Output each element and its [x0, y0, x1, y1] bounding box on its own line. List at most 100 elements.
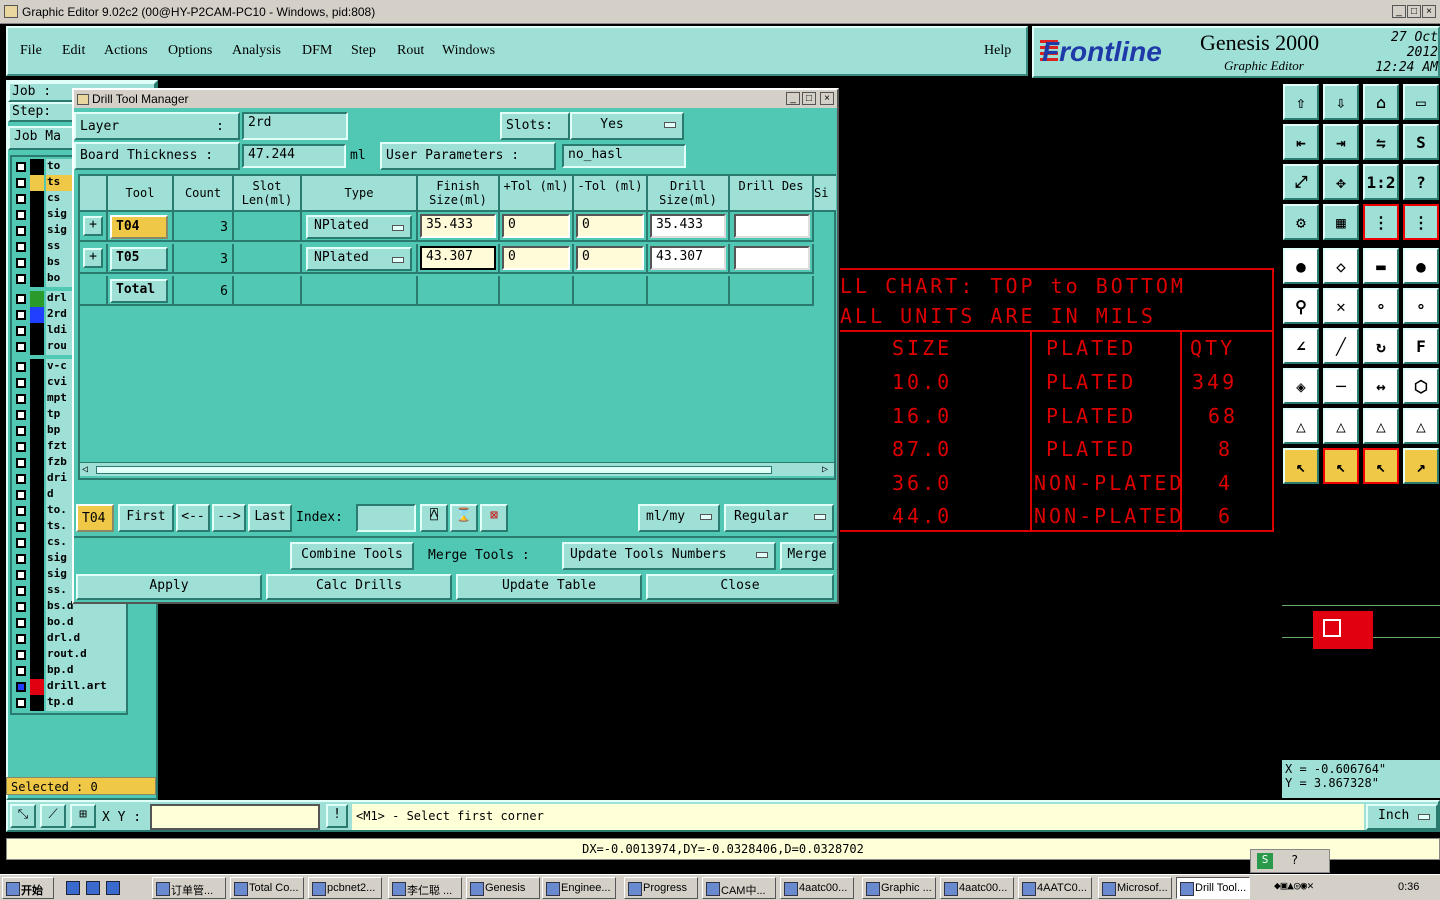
layer-input[interactable]: 2rd	[242, 112, 348, 140]
layer-row[interactable]: tp.d	[12, 695, 126, 711]
finish-size-t04[interactable]: 35.433	[420, 214, 496, 238]
layer-checkbox[interactable]	[16, 178, 26, 188]
scroll-thumb[interactable]	[96, 466, 772, 474]
minus-tol-t05[interactable]: 0	[576, 246, 644, 270]
grid-view-icon[interactable]: ▦	[1323, 204, 1359, 240]
layer-checkbox[interactable]	[16, 394, 26, 404]
tool-t05[interactable]: T05	[110, 247, 168, 271]
mode-select[interactable]: Regular	[724, 504, 834, 532]
layer-checkbox[interactable]	[16, 458, 26, 468]
layer-checkbox[interactable]	[16, 618, 26, 628]
drill-des-t04[interactable]	[734, 214, 810, 238]
select-arrow-3-icon[interactable]: ↖	[1363, 448, 1399, 484]
layer-name[interactable]: tp.d	[46, 695, 126, 711]
close-window-button[interactable]: ×	[1422, 5, 1436, 18]
units-inch-select[interactable]: Inch	[1366, 804, 1438, 830]
layer-checkbox[interactable]	[16, 442, 26, 452]
taskbar-item[interactable]: pcbnet2...	[308, 877, 382, 899]
hourglass-icon[interactable]: ⌛	[450, 504, 478, 532]
menu-windows[interactable]: Windows	[442, 43, 495, 59]
layer-row[interactable]: bo.d	[12, 615, 126, 631]
taskbar-item[interactable]: 李仁聪 ...	[388, 877, 462, 899]
minus-tol-t04[interactable]: 0	[576, 214, 644, 238]
taskbar-item[interactable]: 4aatc00...	[940, 877, 1014, 899]
ruler-icon[interactable]: ▬	[1363, 248, 1399, 284]
select-arrow-4-icon[interactable]: ↗	[1403, 448, 1439, 484]
fit-icon-icon[interactable]: ⤢	[1283, 164, 1319, 200]
menu-analysis[interactable]: Analysis	[232, 43, 281, 59]
layer-checkbox[interactable]	[16, 194, 26, 204]
grid-icon[interactable]: ⊞	[70, 804, 96, 828]
last-button[interactable]: Last	[248, 504, 292, 532]
taskbar-item[interactable]: Graphic ...	[862, 877, 936, 899]
drill-size-t04[interactable]: 35.433	[650, 214, 726, 238]
snap-icon[interactable]: ⤡	[10, 804, 36, 828]
zoom-right-icon[interactable]: ⇥	[1323, 124, 1359, 160]
layer-checkbox[interactable]	[16, 650, 26, 660]
layer-checkbox[interactable]	[16, 586, 26, 596]
dialog-maximize-button[interactable]: □	[802, 92, 816, 105]
shapes-icon[interactable]: ⬡	[1403, 368, 1439, 404]
layer-checkbox[interactable]	[16, 506, 26, 516]
type-select-t05[interactable]: NPlated	[306, 247, 412, 271]
layer-checkbox[interactable]	[16, 378, 26, 388]
layer-row[interactable]: bp.d	[12, 663, 126, 679]
layer-checkbox[interactable]	[16, 538, 26, 548]
dot-fill-icon[interactable]: ●	[1403, 248, 1439, 284]
taskbar-item[interactable]: 订单管...	[152, 877, 226, 899]
apply-button[interactable]: Apply	[76, 574, 262, 600]
circle-fill-icon[interactable]: ●	[1283, 248, 1319, 284]
drill-view-icon[interactable]: ⋮	[1363, 204, 1399, 240]
measure-icon[interactable]: ⟋	[40, 804, 66, 828]
snap-s-icon[interactable]: S	[1403, 124, 1439, 160]
layer-name[interactable]: rout.d	[46, 647, 126, 663]
triangle-a-icon[interactable]: △	[1283, 408, 1319, 444]
start-button[interactable]: 开始	[2, 877, 54, 899]
finish-size-t05[interactable]: 43.307	[420, 246, 496, 270]
user-parameters-input[interactable]: no_hasl	[562, 144, 686, 168]
ie-icon[interactable]	[66, 881, 80, 895]
layer-checkbox[interactable]	[16, 326, 26, 336]
window-icon[interactable]: ▭	[1403, 84, 1439, 120]
rotate-icon[interactable]: ↻	[1363, 328, 1399, 364]
first-button[interactable]: First	[118, 504, 174, 532]
units-select[interactable]: ml/my	[638, 504, 720, 532]
layer-checkbox[interactable]	[16, 210, 26, 220]
taskbar-item[interactable]: Drill Tool...	[1176, 877, 1250, 899]
close-button[interactable]: Close	[646, 574, 834, 600]
layer-name[interactable]: drl.d	[46, 631, 126, 647]
line-tool-icon[interactable]: ╱	[1323, 328, 1359, 364]
connect-icon[interactable]: ⚲	[1283, 288, 1319, 324]
next-button[interactable]: -->	[212, 504, 246, 532]
xy-input[interactable]	[150, 804, 320, 830]
taskbar-item[interactable]: CAM中...	[702, 877, 776, 899]
layer-checkbox[interactable]	[16, 274, 26, 284]
expand-row-t04-button[interactable]: +	[83, 216, 103, 236]
update-table-button[interactable]: Update Table	[456, 574, 642, 600]
layer-checkbox[interactable]	[16, 426, 26, 436]
delete-icon[interactable]: ⊠	[480, 504, 508, 532]
taskbar-item[interactable]: Genesis	[466, 877, 540, 899]
layer-checkbox[interactable]	[16, 362, 26, 372]
layer-name[interactable]: bp.d	[46, 663, 126, 679]
layer-row[interactable]: rout.d	[12, 647, 126, 663]
minus-tool-icon[interactable]: ─	[1323, 368, 1359, 404]
scroll-right-icon[interactable]: ▷	[822, 464, 828, 475]
help-q-icon[interactable]: ?	[1403, 164, 1439, 200]
layer-checkbox[interactable]	[16, 310, 26, 320]
taskbar-item[interactable]: 4aatc00...	[780, 877, 854, 899]
mirror-icon[interactable]: ⇋	[1363, 124, 1399, 160]
type-select-t04[interactable]: NPlated	[306, 215, 412, 239]
plus-tol-t04[interactable]: 0	[502, 214, 570, 238]
layer-checkbox[interactable]	[16, 554, 26, 564]
filter-icon[interactable]: ⍓	[420, 504, 448, 532]
maximize-button[interactable]: □	[1407, 5, 1421, 18]
combine-tools-button[interactable]: Combine Tools	[290, 542, 414, 570]
triangle-d-icon[interactable]: △	[1403, 408, 1439, 444]
help-icon[interactable]: ?	[1291, 853, 1298, 867]
minimize-button[interactable]: _	[1392, 5, 1406, 18]
merge-button[interactable]: Merge	[780, 542, 834, 570]
plus-tol-t05[interactable]: 0	[502, 246, 570, 270]
cross-icon[interactable]: ✕	[1323, 288, 1359, 324]
tool-t04[interactable]: T04	[110, 215, 168, 239]
